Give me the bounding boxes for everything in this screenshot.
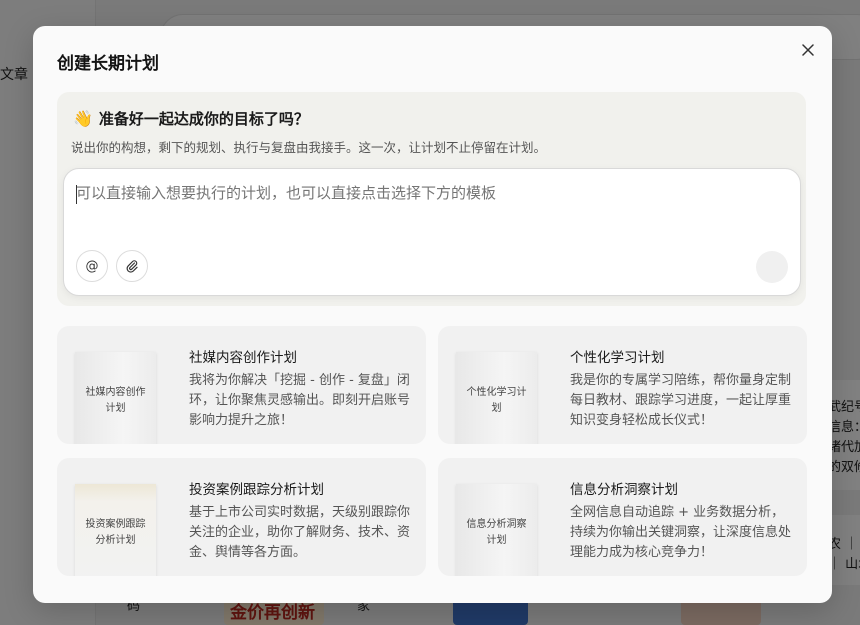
template-title: 社媒内容创作计划: [189, 350, 297, 366]
paperclip-icon: [126, 260, 138, 273]
template-card-learning[interactable]: 个性化学习计划 个性化学习计划 我是你的专属学习陪练，帮你量身定制每日教材、跟踪…: [438, 326, 807, 444]
template-description: 我将为你解决「挖掘 - 创作 - 复盘」闭环，让你聚焦灵感输出。即刻开启账号影响…: [189, 373, 411, 428]
template-title: 个性化学习计划: [570, 350, 665, 366]
intro-subtitle: 说出你的构想，剩下的规划、执行与复盘由我接手。这一次，让计划不止停留在计划。: [71, 140, 547, 155]
plan-input-box[interactable]: @: [63, 168, 801, 296]
send-button[interactable]: [756, 251, 788, 283]
waving-hand-icon: 👋: [73, 109, 93, 128]
template-description: 全网信息自动追踪 + 业务数据分析，持续为你输出关键洞察，让深度信息处理能力成为…: [570, 505, 792, 560]
create-plan-modal: 创建长期计划 👋 准备好一起达成你的目标了吗？ 说出你的构想，剩下的规划、执行与…: [33, 26, 832, 603]
text-caret: [76, 185, 77, 204]
intro-heading-text: 准备好一起达成你的目标了吗？: [98, 110, 309, 128]
template-card-investment[interactable]: 投资案例跟踪分析计划 投资案例跟踪分析计划 基于上市公司实时数据，天级别跟踪你关…: [57, 458, 426, 576]
template-description: 我是你的专属学习陪练，帮你量身定制每日教材、跟踪学习进度，一起让厚重知识变身轻松…: [570, 373, 792, 428]
close-icon: [802, 44, 814, 56]
attach-button[interactable]: [116, 250, 148, 282]
mention-button[interactable]: @: [76, 250, 108, 282]
template-card-social-media[interactable]: 社媒内容创作计划 社媒内容创作计划 我将为你解决「挖掘 - 创作 - 复盘」闭环…: [57, 326, 426, 444]
template-title: 投资案例跟踪分析计划: [189, 482, 324, 498]
modal-title: 创建长期计划: [57, 54, 159, 74]
close-button[interactable]: [798, 40, 818, 60]
template-cover: 信息分析洞察计划: [456, 484, 537, 576]
template-description: 基于上市公司实时数据，天级别跟踪你关注的企业，助你了解财务、技术、资金、舆情等各…: [189, 505, 411, 560]
template-cover: 社媒内容创作计划: [75, 352, 156, 444]
at-sign-icon: @: [85, 258, 99, 274]
template-cover: 个性化学习计划: [456, 352, 537, 444]
plan-input[interactable]: [76, 184, 776, 202]
template-card-insight[interactable]: 信息分析洞察计划 信息分析洞察计划 全网信息自动追踪 + 业务数据分析，持续为你…: [438, 458, 807, 576]
template-title: 信息分析洞察计划: [570, 482, 678, 498]
template-cover: 投资案例跟踪分析计划: [75, 484, 156, 576]
intro-heading: 👋 准备好一起达成你的目标了吗？: [73, 108, 309, 129]
